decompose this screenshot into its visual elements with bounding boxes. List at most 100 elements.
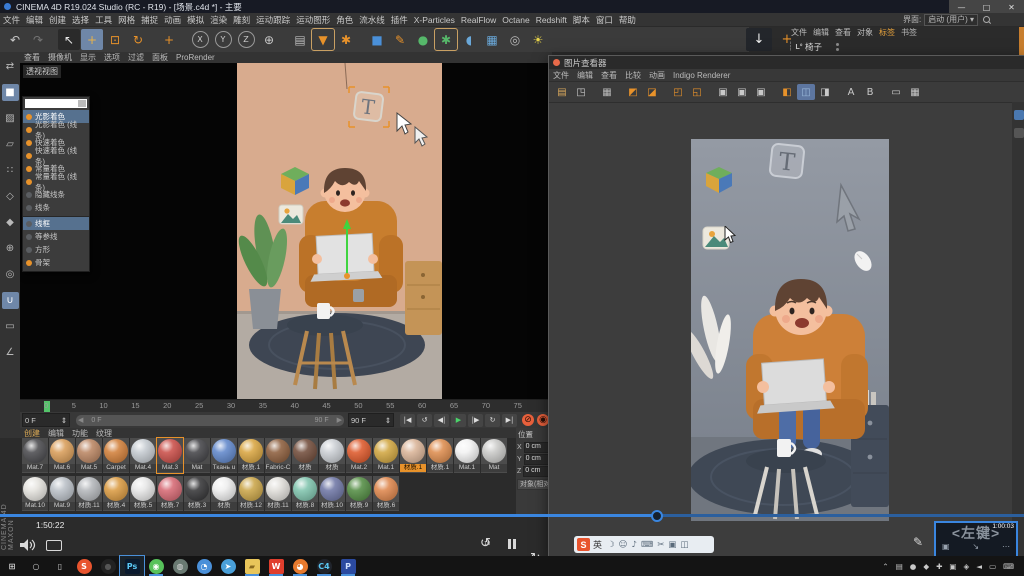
preview-range-scrubber[interactable]: ◀ 0 F 90 F ▶: [76, 415, 344, 426]
search-icon[interactable]: [983, 16, 990, 23]
display-menu-item[interactable]: 等参线: [23, 230, 89, 243]
histogram-tab-icon[interactable]: [1014, 110, 1024, 120]
material-swatch[interactable]: 材质: [319, 438, 345, 473]
more-options-icon[interactable]: ⋯: [1002, 542, 1010, 551]
material-swatch[interactable]: 材质.9: [346, 476, 372, 511]
menu-item[interactable]: 雕刻: [230, 14, 253, 26]
visibility-dots[interactable]: [836, 42, 839, 52]
taskbar-app-button[interactable]: S: [72, 556, 96, 576]
menu-item[interactable]: 动画: [161, 14, 184, 26]
toolbar-icon[interactable]: ⊕: [258, 29, 280, 50]
volume-icon[interactable]: [20, 539, 36, 551]
display-menu-item[interactable]: 常量着色 (线条): [23, 175, 89, 188]
playback-button[interactable]: |▶: [468, 414, 483, 427]
taskbar-app-button[interactable]: ⊞: [0, 556, 24, 576]
display-menu-item[interactable]: 快速着色 (线条): [23, 149, 89, 162]
tray-icon[interactable]: ◈: [964, 562, 970, 571]
stepper-icon[interactable]: ⇕: [385, 416, 391, 425]
toolbar-icon[interactable]: ▤: [289, 29, 311, 50]
tray-icon[interactable]: ▣: [949, 562, 956, 571]
toolbar-icon[interactable]: ◎: [504, 29, 526, 50]
viewport-menu-item[interactable]: ProRender: [172, 53, 219, 62]
menu-item[interactable]: 查看: [597, 70, 621, 81]
tray-icon[interactable]: ▤: [896, 562, 903, 571]
pv-toolbar-icon[interactable]: ▦: [906, 84, 924, 100]
pv-toolbar-icon[interactable]: ◨: [816, 84, 834, 100]
display-menu-item[interactable]: 线框: [23, 216, 89, 230]
material-swatch[interactable]: Mat.4: [130, 438, 156, 473]
viewport-menu-item[interactable]: 查看: [20, 52, 44, 63]
coordinate-field[interactable]: X 0 cm: [517, 442, 552, 453]
taskbar-app-button[interactable]: P: [336, 556, 360, 576]
menu-item[interactable]: 帮助: [616, 14, 639, 26]
menu-item[interactable]: 文件: [788, 27, 810, 38]
playback-button[interactable]: |◀: [400, 414, 415, 427]
menu-item[interactable]: 对象: [854, 27, 876, 38]
mode-icon[interactable]: ∷: [2, 162, 19, 179]
pv-toolbar-icon[interactable]: ◩: [624, 84, 642, 100]
ime-mode-indicator[interactable]: 英: [593, 538, 602, 551]
pv-toolbar-icon[interactable]: ▦: [598, 84, 616, 100]
end-frame-field[interactable]: 90 F⇕: [348, 413, 394, 427]
taskbar-app-button[interactable]: ●: [96, 556, 120, 576]
menu-item[interactable]: 动画: [645, 70, 669, 81]
menu-item[interactable]: 网格: [115, 14, 138, 26]
video-progress-watched[interactable]: [0, 514, 657, 517]
toolbar-icon[interactable]: ↻: [127, 29, 149, 50]
toolbar-icon[interactable]: ◖: [458, 29, 480, 50]
mode-icon[interactable]: ⊕: [2, 240, 19, 257]
toolbar-icon[interactable]: Y: [212, 29, 234, 50]
menu-item[interactable]: 编辑: [573, 70, 597, 81]
mode-icon[interactable]: ▭: [2, 318, 19, 335]
toolbar-icon[interactable]: ●: [412, 29, 434, 50]
material-swatch[interactable]: 材质.7: [157, 476, 183, 511]
taskbar-app-button[interactable]: W: [264, 556, 288, 576]
toolbar-icon[interactable]: ↷: [27, 29, 49, 50]
display-menu-item[interactable]: 光影着色 (线条): [23, 123, 89, 136]
material-swatch[interactable]: 材质.11: [265, 476, 291, 511]
menu-item[interactable]: 创建: [20, 428, 44, 439]
tray-icon[interactable]: ●: [910, 562, 917, 571]
pv-toolbar-icon[interactable]: ◧: [778, 84, 796, 100]
material-swatch[interactable]: 材质.11: [76, 476, 102, 511]
ime-icon[interactable]: ♪: [632, 540, 637, 550]
menu-item[interactable]: 查看: [832, 27, 854, 38]
menu-search-input[interactable]: [25, 99, 87, 108]
taskbar-app-button[interactable]: ◍: [168, 556, 192, 576]
menu-item[interactable]: 编辑: [44, 428, 68, 439]
pv-toolbar-icon[interactable]: ◫: [797, 84, 815, 100]
tray-icon[interactable]: ◄: [976, 562, 982, 571]
pv-toolbar-icon[interactable]: ▣: [752, 84, 770, 100]
viewport-menu-item[interactable]: 选项: [100, 52, 124, 63]
menu-item[interactable]: 纹理: [92, 428, 116, 439]
material-swatch[interactable]: 材质.12: [238, 476, 264, 511]
mode-icon[interactable]: ▱: [2, 136, 19, 153]
material-swatch[interactable]: 材质.8: [292, 476, 318, 511]
ime-icon[interactable]: ✂: [657, 540, 664, 550]
timeline-ruler[interactable]: 051015202530354045505560657075: [20, 399, 552, 413]
material-swatch[interactable]: Mat.1: [373, 438, 399, 473]
toolbar-icon[interactable]: ■: [366, 29, 388, 50]
display-menu-item[interactable]: 方形: [23, 243, 89, 256]
display-menu-item[interactable]: 骨架: [23, 256, 89, 269]
material-swatch[interactable]: Mat.1: [454, 438, 480, 473]
toolbar-icon[interactable]: +: [158, 29, 180, 50]
menu-item[interactable]: 选择: [69, 14, 92, 26]
menu-item[interactable]: 比较: [621, 70, 645, 81]
toolbar-icon[interactable]: ✱: [335, 29, 357, 50]
mode-icon[interactable]: ⇄: [2, 58, 19, 75]
coords-mode-button[interactable]: 对象(相对): [517, 479, 551, 490]
taskbar-app-button[interactable]: ◔: [192, 556, 216, 576]
taskbar-app-button[interactable]: ▰: [240, 556, 264, 576]
display-menu-item[interactable]: 线条: [23, 201, 89, 214]
material-swatch[interactable]: Mat.7: [22, 438, 48, 473]
material-swatch[interactable]: 材质.5: [130, 476, 156, 511]
taskbar-app-button[interactable]: ➤: [216, 556, 240, 576]
ime-icon[interactable]: ◫: [680, 540, 688, 550]
tray-icon[interactable]: ✚: [936, 562, 942, 571]
video-progress-knob[interactable]: [651, 510, 663, 522]
fullscreen-icon[interactable]: ↘: [972, 542, 979, 551]
tray-icon[interactable]: ⌃: [882, 562, 888, 571]
viewport-render-scene[interactable]: T: [237, 63, 442, 399]
video-progress-remaining[interactable]: [657, 514, 1024, 517]
